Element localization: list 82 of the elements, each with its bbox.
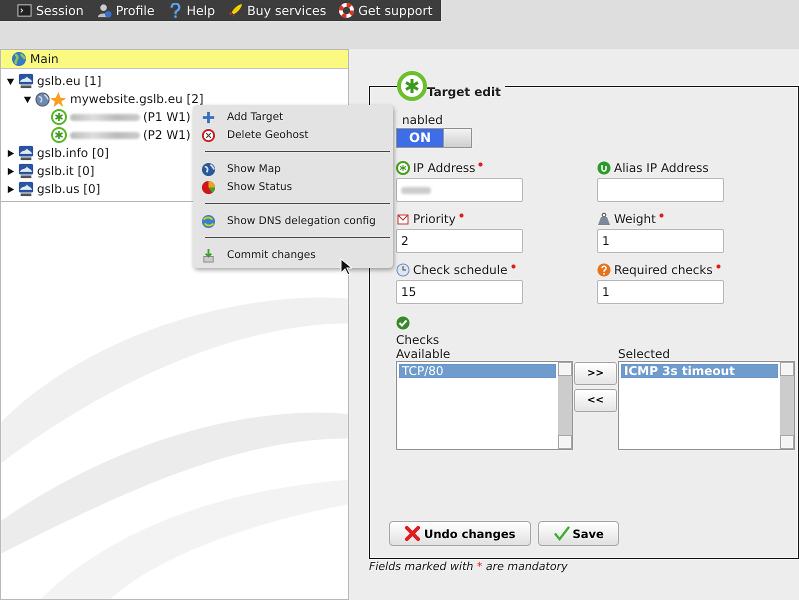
field-label: IP Address [413, 161, 476, 175]
text-field[interactable]: 1 [597, 280, 724, 304]
priority-icon [396, 212, 410, 226]
asterisk-circle-icon [51, 127, 67, 143]
text-field[interactable]: 2 [396, 229, 523, 253]
delete-circle-icon [201, 128, 216, 142]
tree-item[interactable]: (P1 W1) [143, 110, 191, 124]
server-icon [18, 181, 34, 197]
save-button[interactable]: Save [538, 521, 619, 546]
text-field[interactable]: 15 [396, 280, 523, 304]
text-field[interactable] [396, 178, 523, 202]
blurred-text [70, 132, 140, 138]
undo-button[interactable]: Undo changes [389, 521, 530, 546]
tree-item[interactable]: gslb.us [0] [37, 182, 100, 196]
menu-link[interactable]: Help [168, 3, 216, 18]
menu-link[interactable]: Buy services [228, 3, 326, 18]
menu-item[interactable]: Show DNS delegation config [193, 212, 393, 230]
menu-link[interactable]: Profile [96, 3, 155, 18]
list-label: Selected [618, 347, 672, 361]
question-mark-icon [168, 3, 183, 18]
cross-icon [404, 525, 421, 542]
menu-item[interactable]: Commit changes [193, 246, 393, 264]
panel-title: Target edit [427, 85, 501, 99]
blurred-text [401, 186, 431, 194]
collapsed-arrow-icon[interactable] [6, 184, 15, 194]
asterisk-circle-icon [396, 161, 410, 175]
collapsed-arrow-icon[interactable] [6, 166, 15, 176]
server-icon [18, 73, 34, 89]
globe-icon [201, 162, 216, 176]
checkmark-icon [552, 525, 570, 542]
collapsed-arrow-icon[interactable] [6, 148, 15, 158]
remove-button[interactable]: << [574, 389, 617, 412]
tree-item[interactable]: mywebsite.gslb.eu [2] [70, 92, 204, 106]
rocket-icon [228, 3, 244, 18]
checks-label: Checks [396, 333, 440, 347]
on-off-switch[interactable]: ON [396, 128, 472, 148]
scrollbar[interactable] [558, 362, 572, 449]
globe-star-icon [35, 90, 67, 108]
field-label: Required checks [614, 263, 713, 277]
plus-icon [201, 110, 216, 124]
text-field[interactable]: 1 [597, 229, 724, 253]
pie-chart-icon [201, 180, 216, 194]
server-icon [18, 163, 34, 179]
server-icon [18, 145, 34, 161]
footnote: Fields marked with * are mandatory [369, 560, 569, 573]
menu-item[interactable]: Show Status [193, 178, 393, 196]
checkmark-circle-icon [396, 316, 410, 330]
clock-icon [396, 263, 410, 277]
download-icon [201, 248, 216, 262]
weight-icon [597, 212, 611, 226]
terminal-icon [17, 3, 32, 18]
lifebuoy-icon [339, 3, 354, 18]
menu-link[interactable]: Get support [339, 3, 432, 18]
link-circle-icon [597, 161, 611, 175]
asterisk-circle-icon [51, 109, 67, 125]
menu-link[interactable]: Session [17, 3, 84, 18]
field-label: Weight [614, 212, 656, 226]
field-label: nabled [402, 113, 443, 127]
user-icon [96, 3, 112, 18]
field-label: Alias IP Address [614, 161, 709, 175]
text-field[interactable] [597, 178, 724, 202]
field-label: Check schedule [413, 263, 508, 277]
tree-item[interactable]: (P2 W1) [143, 128, 191, 142]
blurred-text [70, 114, 140, 120]
scrollbar[interactable] [780, 362, 794, 449]
expanded-arrow-icon[interactable] [6, 76, 15, 86]
globe-icon [11, 51, 27, 67]
tree-item[interactable]: gslb.it [0] [37, 164, 94, 178]
question-circle-icon [597, 263, 611, 277]
add-button[interactable]: >> [574, 362, 617, 385]
globe-arrows-icon [201, 214, 216, 228]
tree-item[interactable]: gslb.eu [1] [37, 74, 102, 88]
menu-item[interactable]: Add Target [193, 108, 393, 126]
list-label: Available [396, 347, 452, 361]
menu-item[interactable]: Show Map [193, 160, 393, 178]
tree-item[interactable]: gslb.info [0] [37, 146, 109, 160]
field-label: Priority [413, 212, 456, 226]
expanded-arrow-icon[interactable] [23, 94, 32, 104]
tree-header-label: Main [30, 52, 59, 66]
asterisk-circle-icon [397, 71, 427, 101]
tree-header[interactable]: Main [1, 50, 348, 69]
menu-item[interactable]: Delete Geohost [193, 126, 393, 144]
